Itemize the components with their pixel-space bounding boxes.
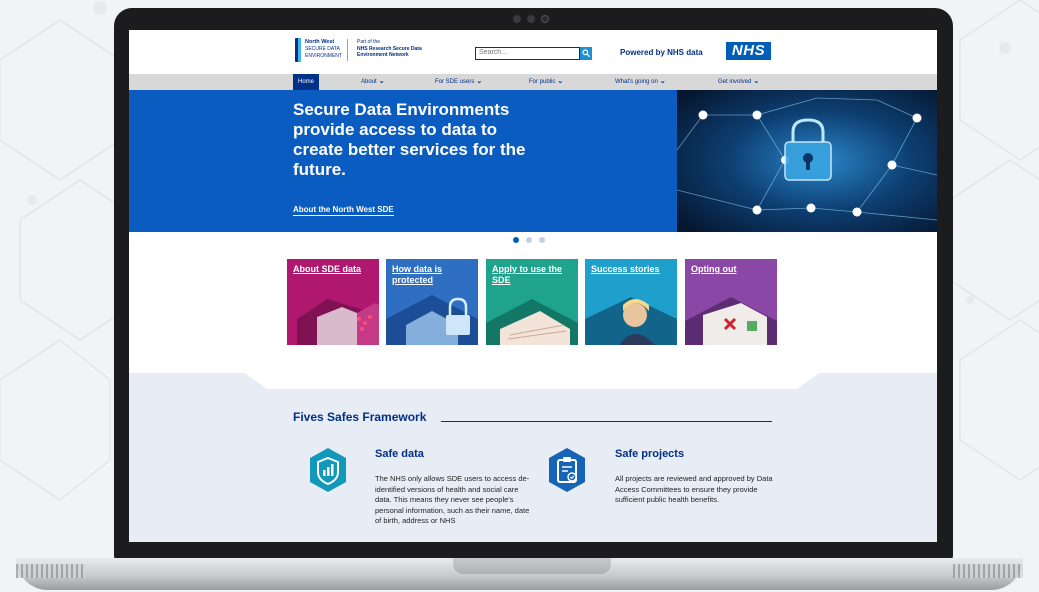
carousel-dot[interactable]	[539, 237, 545, 243]
chart-shield-icon	[310, 448, 346, 492]
nav-label: For SDE users	[435, 79, 475, 85]
partof-line1: Part of the	[357, 39, 381, 45]
nav-for-public[interactable]: For public ⌄	[529, 74, 563, 90]
carousel-dot[interactable]	[526, 237, 532, 243]
carousel-dot[interactable]	[513, 237, 519, 243]
safe-projects-title: Safe projects	[615, 448, 685, 460]
chevron-down-icon: ⌄	[476, 78, 483, 85]
network-affiliation: Part of the NHS Research Secure Data Env…	[357, 39, 422, 59]
browser-screen: North West SECURE DATA ENVIRONMENT Part …	[129, 30, 937, 542]
nav-label: For public	[529, 79, 556, 85]
hero-padlock-image	[677, 90, 937, 232]
nav-get-involved[interactable]: Get involved ⌄	[718, 74, 759, 90]
search-button[interactable]	[580, 47, 592, 60]
nav-whats-going-on[interactable]: What's going on ⌄	[615, 74, 666, 90]
section-divider-shape	[129, 373, 937, 389]
safe-data-title: Safe data	[375, 448, 424, 460]
nav-label: What's going on	[615, 79, 658, 85]
hero-banner: Secure Data Environments provide access …	[129, 90, 937, 232]
chevron-down-icon: ⌄	[378, 78, 385, 85]
logo-divider	[347, 39, 348, 61]
partof-line2: NHS Research Secure Data	[357, 45, 422, 52]
logo-text: North West SECURE DATA ENVIRONMENT	[305, 39, 342, 60]
nav-home[interactable]: Home	[293, 74, 320, 90]
nav-label: Get involved	[718, 79, 752, 85]
card-label: Apply to use the SDE	[492, 264, 563, 285]
laptop-base-stripe	[16, 564, 86, 578]
main-nav: Home About ⌄ For SDE users ⌄ For public ⌄ W…	[129, 74, 937, 90]
clipboard-check-icon	[549, 448, 585, 492]
nav-label: About	[361, 79, 377, 85]
card-success-stories[interactable]: Success stories	[585, 259, 677, 345]
webcam	[509, 12, 557, 24]
about-north-west-sde-link[interactable]: About the North West SDE	[293, 205, 394, 216]
logo-line1: North West	[305, 39, 335, 45]
nav-label: Home	[298, 79, 315, 85]
powered-by-text: Powered by NHS data	[620, 48, 703, 57]
logo-line2: SECURE DATA	[305, 46, 340, 52]
chevron-down-icon: ⌄	[753, 78, 760, 85]
laptop-base-stripe	[953, 564, 1023, 578]
nav-for-sde-users[interactable]: For SDE users ⌄	[435, 74, 482, 90]
search-input[interactable]	[479, 49, 569, 56]
safe-data-text: The NHS only allows SDE users to access …	[375, 474, 530, 525]
partof-line3: Environment Network	[357, 52, 409, 58]
site-header: North West SECURE DATA ENVIRONMENT Part …	[129, 30, 937, 74]
card-label: About SDE data	[293, 264, 362, 274]
search-field[interactable]	[475, 47, 580, 60]
nhs-logo[interactable]: NHS	[726, 42, 771, 60]
laptop-base-notch	[453, 558, 611, 574]
card-opting-out[interactable]: Opting out	[685, 259, 777, 345]
card-about-sde-data[interactable]: About SDE data	[287, 259, 379, 345]
north-west-sde-logo[interactable]: North West SECURE DATA ENVIRONMENT	[295, 38, 347, 62]
search-icon	[582, 49, 590, 58]
card-apply-to-use-sde[interactable]: Apply to use the SDE	[486, 259, 578, 345]
card-how-data-is-protected[interactable]: How data is protected	[386, 259, 478, 345]
card-label: Opting out	[691, 264, 737, 274]
framework-title-rule	[441, 421, 772, 422]
nav-about[interactable]: About ⌄	[361, 74, 385, 90]
carousel-dots	[513, 237, 553, 245]
safe-projects-text: All projects are reviewed and approved b…	[615, 474, 773, 504]
framework-title: Fives Safes Framework	[293, 410, 427, 424]
chevron-down-icon: ⌄	[659, 78, 666, 85]
hero-headline: Secure Data Environments provide access …	[293, 100, 526, 179]
chevron-down-icon: ⌄	[557, 78, 564, 85]
logo-line3: ENVIRONMENT	[305, 53, 342, 59]
card-label: How data is protected	[392, 264, 443, 285]
card-label: Success stories	[591, 264, 660, 274]
logo-mark-accent	[298, 38, 301, 62]
